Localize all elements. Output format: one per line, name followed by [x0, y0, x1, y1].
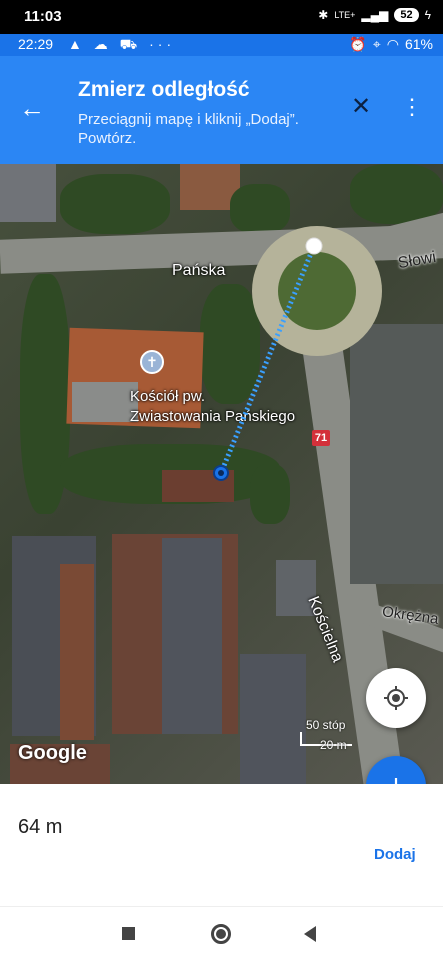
home-icon	[216, 929, 226, 939]
charging-icon: ϟ	[424, 8, 431, 22]
battery-percent: 61%	[404, 36, 433, 52]
map-scale: 50 stóp 20 m	[300, 718, 352, 752]
more-options-button[interactable]: ⋮	[400, 92, 424, 122]
scale-feet: 50 stóp	[306, 718, 346, 732]
recents-button[interactable]	[122, 927, 135, 940]
bluetooth-icon: ✱	[318, 8, 329, 22]
my-location-button[interactable]	[366, 668, 426, 728]
system-nav-bar	[0, 906, 443, 961]
phone-time: 11:03	[24, 8, 62, 25]
app-status-time: 22:29	[18, 36, 54, 52]
google-logo: Google	[18, 742, 87, 764]
street-label-panska[interactable]: Pańska	[172, 262, 225, 280]
measure-toolbar: ← Zmierz odległość Przeciągnij mapę i kl…	[0, 56, 443, 164]
close-button[interactable]: ✕	[346, 92, 376, 122]
back-nav-button[interactable]	[304, 926, 316, 942]
measurement-panel: 64 m Dodaj	[0, 784, 443, 890]
add-button[interactable]: Dodaj	[374, 846, 416, 863]
app-status-bar: 22:29 ▲ ☁ ⛟ ··· ⏰ ⌖ ◠ 61%	[0, 34, 443, 56]
signal-icon: ▂▄▆	[361, 8, 389, 22]
more-vert-icon: ⋮	[401, 94, 423, 119]
battery-indicator: 52	[394, 8, 419, 22]
distance-value: 64 m	[18, 816, 63, 838]
location-icon: ⌖	[372, 36, 381, 52]
scale-meters: 20 m	[320, 738, 347, 752]
phone-status-icons: ✱ LTE+ ▂▄▆ 52 ϟ	[318, 8, 431, 22]
measurement-start-point[interactable]	[305, 237, 323, 255]
instruction-text: Przeciągnij mapę i kliknij „Dodaj”. Powt…	[78, 111, 299, 147]
arrow-back-icon: ←	[19, 93, 45, 123]
notification-icons: ▲ ☁ ⛟ ···	[68, 36, 176, 52]
back-button[interactable]: ←	[14, 90, 50, 126]
network-label: LTE+	[334, 10, 356, 20]
measurement-line	[218, 245, 317, 474]
alarm-icon: ⏰	[349, 36, 367, 52]
phone-status-bar: 11:03 ✱ LTE+ ▂▄▆ 52 ϟ	[0, 0, 443, 34]
page-title: Zmierz odległość	[78, 78, 250, 101]
wifi-icon: ◠	[386, 36, 399, 52]
route-badge: 71	[312, 430, 330, 446]
close-icon: ✕	[350, 93, 372, 120]
my-location-icon	[384, 686, 408, 710]
